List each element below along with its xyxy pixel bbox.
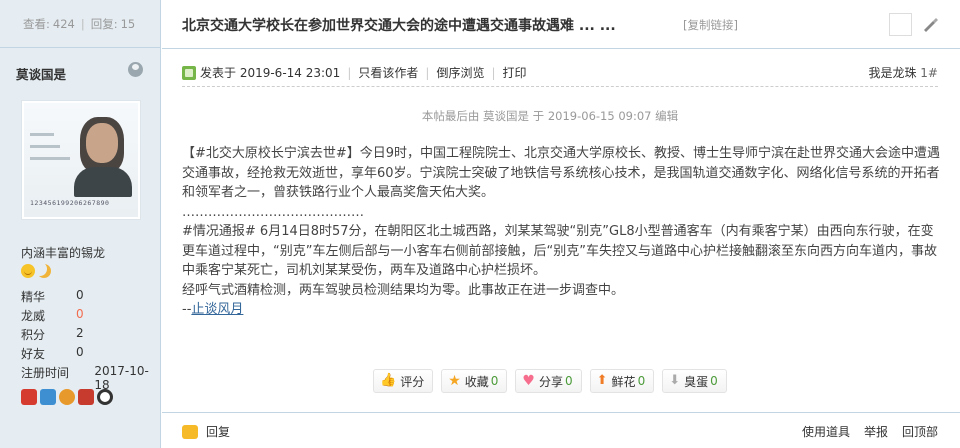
- avatar-id-number: 123456199206267890: [30, 199, 110, 207]
- online-status-icon: [128, 62, 143, 77]
- avatar[interactable]: 123456199206267890: [21, 100, 141, 220]
- title-divider: [162, 48, 960, 49]
- reply-button[interactable]: 回复: [182, 423, 230, 440]
- user-title[interactable]: 内涵丰富的锡龙: [21, 244, 105, 261]
- post-main: 北京交通大学校长在参加世界交通大会的途中遭遇交通事故遇难 ... ... [复制…: [162, 0, 960, 448]
- post-icon: [182, 65, 196, 80]
- flower-button[interactable]: ⬆ 鲜花 0: [589, 369, 655, 393]
- post-divider: ……………………………………: [182, 204, 364, 220]
- id-card-image: 123456199206267890: [24, 103, 138, 217]
- rate-button[interactable]: 👍 评分: [373, 369, 434, 393]
- post-paragraph: #情况通报# 6月14日8时57分，在朝阳区北土城西路，刘某某驾驶“别克”GL8…: [182, 224, 937, 278]
- report-link[interactable]: 举报: [864, 423, 888, 440]
- footer-links: 使用道具 举报 回顶部: [802, 423, 938, 440]
- post-paragraph: 经呼气式酒精检测，两车驾驶员检测结果均为零。此事故正在进一步调查中。: [182, 282, 625, 298]
- post-paragraph: 【#北交大原校长宁滨去世#】今日9时，中国工程院院士、北京交通大学原校长、教授、…: [182, 146, 941, 200]
- star-icon: ★: [448, 373, 461, 389]
- post-actions: 👍 评分 ★ 收藏 0 ♥ 分享 0 ⬆ 鲜花 0 ⬇ 臭蛋 0: [373, 369, 727, 393]
- medal-orange-icon[interactable]: [59, 389, 75, 405]
- floor-number[interactable]: 我是龙珠 1#: [868, 64, 938, 81]
- share-button[interactable]: ♥ 分享 0: [515, 369, 582, 393]
- medal-red-icon[interactable]: [21, 389, 37, 405]
- thumb-icon: 👍: [380, 373, 397, 388]
- signature-link[interactable]: 止谈风月: [191, 302, 243, 317]
- thread-title: 北京交通大学校长在参加世界交通大会的途中遭遇交通事故遇难 ... ...: [182, 18, 616, 34]
- signature: --止谈风月: [182, 302, 244, 317]
- stats-divider: |: [80, 16, 85, 31]
- author-name[interactable]: 莫谈国是: [16, 64, 66, 83]
- use-tool-link[interactable]: 使用道具: [802, 423, 850, 440]
- medal-circle-icon[interactable]: [97, 389, 113, 405]
- profile-row-prestige: 龙威 0: [21, 307, 84, 323]
- post-meta: 发表于 2019-6-14 23:01 | 只看该作者 | 倒序浏览 | 打印: [182, 64, 527, 81]
- profile-row-digest: 精华 0: [21, 288, 84, 304]
- back-top-link[interactable]: 回顶部: [902, 423, 938, 440]
- heart-icon: ♥: [522, 373, 535, 389]
- user-level-icons: [21, 264, 51, 278]
- print-link[interactable]: 打印: [503, 64, 527, 81]
- thread-stats: 查看: 424 | 回复: 15: [0, 0, 161, 48]
- edit-note: 本帖最后由 莫谈国是 于 2019-06-15 09:07 编辑: [421, 109, 679, 123]
- profile-row-friends: 好友 0: [21, 345, 84, 361]
- egg-button[interactable]: ⬇ 臭蛋 0: [662, 369, 727, 393]
- reverse-order-link[interactable]: 倒序浏览: [436, 64, 484, 81]
- replies-label: 回复:: [90, 16, 118, 31]
- checkbox-icon[interactable]: [889, 13, 912, 36]
- only-author-link[interactable]: 只看该作者: [358, 64, 418, 81]
- views-label: 查看:: [23, 16, 50, 31]
- moon-level-icon: [37, 264, 51, 278]
- author-sidebar: 查看: 424 | 回复: 15 莫谈国是 123456199206267890…: [0, 0, 161, 448]
- reply-icon: [182, 424, 198, 439]
- medal-badges: [21, 389, 113, 405]
- replies-count: 15: [120, 16, 136, 31]
- medal-red2-icon[interactable]: [78, 389, 94, 405]
- pen-icon[interactable]: [921, 15, 939, 33]
- profile-row-points: 积分 2: [21, 326, 84, 342]
- meta-divider: [182, 86, 938, 87]
- footer-divider: [162, 412, 960, 413]
- arrow-up-icon: ⬆: [596, 373, 608, 388]
- views-count: 424: [52, 16, 75, 31]
- copy-link-button[interactable]: [复制链接]: [683, 17, 738, 33]
- favorite-button[interactable]: ★ 收藏 0: [441, 369, 508, 393]
- arrow-down-icon: ⬇: [669, 373, 681, 388]
- profile-row-register-date: 注册时间 2017-10-18: [21, 364, 149, 392]
- medal-blue-icon[interactable]: [40, 389, 56, 405]
- post-content: 【#北交大原校长宁滨去世#】今日9时，中国工程院院士、北京交通大学原校长、教授、…: [182, 144, 942, 320]
- sun-level-icon: [21, 264, 35, 278]
- posted-at: 发表于 2019-6-14 23:01: [200, 66, 341, 80]
